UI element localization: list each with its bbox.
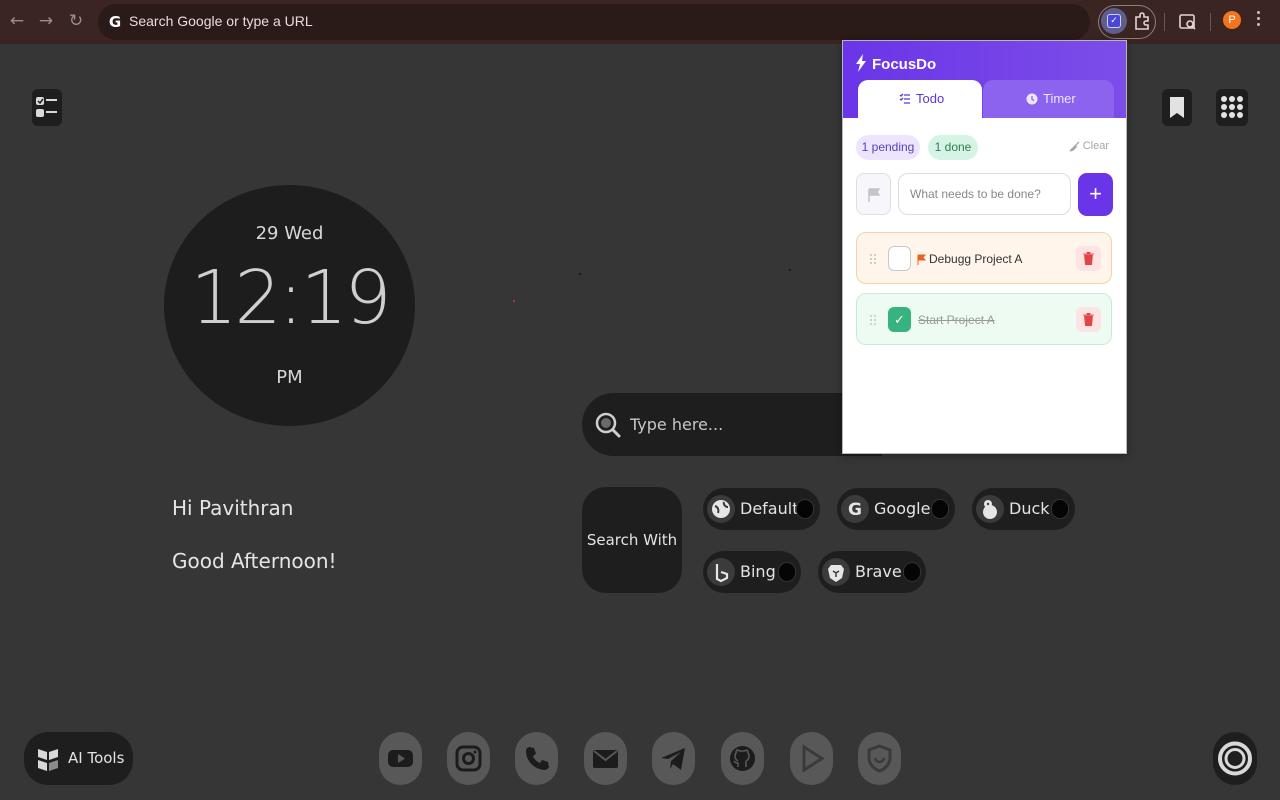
engine-google[interactable]: G Google <box>837 488 955 530</box>
svg-text:G: G <box>848 500 862 520</box>
omnibox-placeholder[interactable]: Search Google or type a URL <box>129 13 313 29</box>
toolbar-divider <box>1210 13 1211 31</box>
phone-icon[interactable] <box>515 732 558 785</box>
extensions-puzzle-icon[interactable] <box>1131 11 1153 33</box>
clock-date: 29 Wed <box>255 223 324 244</box>
new-task-input[interactable] <box>898 173 1071 215</box>
engine-radio[interactable] <box>1051 499 1069 519</box>
task-label: Start Project A <box>918 313 995 327</box>
list-check-icon <box>899 93 910 104</box>
clock-widget: 29 Wed 12:19 PM <box>164 185 415 426</box>
task-checkbox[interactable] <box>888 246 911 271</box>
instagram-icon[interactable] <box>447 732 490 785</box>
focusdo-popup: FocusDo Todo Timer 1 pending 1 done Clea… <box>842 40 1127 454</box>
forward-arrow-icon[interactable]: → <box>35 10 57 32</box>
google-icon: G <box>841 495 869 523</box>
popup-title: FocusDo <box>872 56 937 73</box>
play-icon[interactable] <box>790 732 833 785</box>
focusdo-extension-button[interactable]: ✓ <box>1101 8 1127 34</box>
ai-tools-icon <box>38 749 58 771</box>
engine-brave[interactable]: Brave <box>818 551 926 593</box>
clock-ampm: PM <box>276 367 303 388</box>
tab-todo[interactable]: Todo <box>858 80 982 118</box>
engine-radio[interactable] <box>796 499 814 519</box>
engine-radio[interactable] <box>903 562 921 582</box>
omnibox[interactable]: G Search Google or type a URL <box>98 4 1090 40</box>
drag-handle-icon[interactable] <box>869 253 877 265</box>
back-arrow-icon[interactable]: ← <box>6 10 28 32</box>
tab-timer-label: Timer <box>1043 91 1076 106</box>
mail-icon[interactable] <box>584 732 627 785</box>
duckduckgo-icon <box>976 495 1004 523</box>
clock-time: 12:19 <box>190 255 391 341</box>
clear-button[interactable]: Clear <box>1069 140 1109 152</box>
clock-icon <box>1026 93 1038 105</box>
browser-toolbar: ← → ↻ G Search Google or type a URL ✓ P <box>0 0 1280 44</box>
youtube-icon[interactable] <box>379 732 422 785</box>
task-label: Debugg Project A <box>929 252 1023 266</box>
kebab-menu-icon[interactable] <box>1257 11 1261 29</box>
globe-icon <box>707 495 735 523</box>
search-input[interactable] <box>630 409 830 439</box>
apps-grid-icon[interactable] <box>1216 89 1248 126</box>
priority-flag-icon <box>917 254 926 265</box>
task-checkbox-checked[interactable]: ✓ <box>888 307 911 332</box>
reload-icon[interactable]: ↻ <box>65 10 87 32</box>
pending-count-badge: 1 pending <box>856 135 920 160</box>
speck <box>579 273 581 275</box>
greeting-message: Good Afternoon! <box>172 549 337 573</box>
record-circle-icon[interactable] <box>1213 732 1257 785</box>
delete-task-button[interactable] <box>1076 307 1101 332</box>
engine-duck[interactable]: Duck <box>972 488 1075 530</box>
todo-list-icon[interactable] <box>32 89 62 126</box>
engine-label: Default <box>740 499 799 518</box>
bookmark-icon[interactable] <box>1162 89 1192 126</box>
popup-header: FocusDo Todo Timer <box>843 41 1126 118</box>
engine-label: Bing <box>740 562 776 581</box>
greeting-name: Hi Pavithran <box>172 496 294 520</box>
engine-label: Google <box>874 499 931 518</box>
done-count-badge: 1 done <box>928 135 978 160</box>
trash-icon <box>1083 252 1094 265</box>
google-g-icon: G <box>108 13 122 31</box>
search-bar <box>582 393 882 456</box>
shield-icon[interactable] <box>858 732 901 785</box>
ai-tools-label: AI Tools <box>68 749 125 767</box>
telegram-icon[interactable] <box>652 732 695 785</box>
speck <box>513 300 515 302</box>
flag-icon <box>868 188 881 202</box>
trash-icon <box>1083 313 1094 326</box>
task-item: Debugg Project A <box>856 232 1112 284</box>
speck <box>789 269 791 271</box>
bing-icon <box>707 558 735 586</box>
tab-search-icon[interactable] <box>1177 11 1199 33</box>
ai-tools-button[interactable]: AI Tools <box>24 732 133 785</box>
check-icon: ✓ <box>1107 14 1121 28</box>
github-icon[interactable] <box>721 732 764 785</box>
popup-body: 1 pending 1 done Clear + Debugg Project … <box>843 118 1126 453</box>
engine-label: Brave <box>855 562 902 581</box>
toolbar-divider <box>1164 13 1165 31</box>
tab-timer[interactable]: Timer <box>983 80 1114 118</box>
engine-radio[interactable] <box>931 499 949 519</box>
search-with-button[interactable]: Search With <box>582 487 682 593</box>
broom-icon <box>1069 141 1080 152</box>
delete-task-button[interactable] <box>1076 246 1101 271</box>
lightning-bolt-icon <box>856 54 866 72</box>
engine-label: Duck <box>1009 499 1050 518</box>
drag-handle-icon[interactable] <box>869 314 877 326</box>
priority-flag-button[interactable] <box>856 173 891 215</box>
search-icon <box>595 412 621 438</box>
clear-label: Clear <box>1082 140 1109 152</box>
task-item: ✓ Start Project A <box>856 293 1112 345</box>
brave-icon <box>822 558 850 586</box>
engine-radio[interactable] <box>778 562 796 582</box>
tab-todo-label: Todo <box>916 91 945 106</box>
profile-avatar[interactable]: P <box>1223 11 1241 29</box>
add-task-button[interactable]: + <box>1078 173 1113 216</box>
engine-bing[interactable]: Bing <box>703 551 801 593</box>
engine-default[interactable]: Default <box>703 488 820 530</box>
